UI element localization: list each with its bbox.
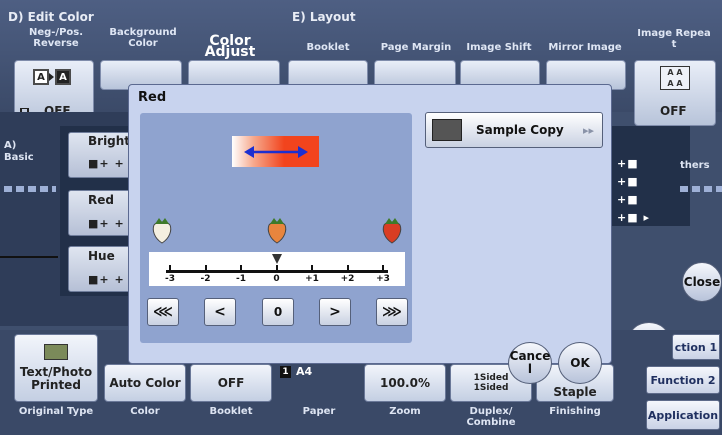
function-2-button[interactable]: Function 2 <box>646 366 720 394</box>
sample-copy-label: Sample Copy <box>476 123 564 137</box>
decrease-button[interactable]: < <box>204 298 236 326</box>
paper-tray-number: 1 <box>280 366 291 378</box>
sample-copy-icon <box>432 119 462 141</box>
color-button[interactable]: Auto Color <box>104 364 186 402</box>
arrow-right-icon <box>49 73 54 81</box>
original-type-value: Text/Photo Printed <box>19 365 93 392</box>
basic-tab-indicator <box>4 186 56 192</box>
increase-button[interactable]: > <box>319 298 351 326</box>
cancel-button[interactable]: Cance l <box>508 342 552 384</box>
right-gauge-icons: +■ +■ +■ +■ ▸ <box>617 157 650 224</box>
booklet-value-button[interactable]: OFF <box>190 364 272 402</box>
positive-icon: A <box>33 69 49 85</box>
edit-color-title: D) Edit Color <box>8 10 94 24</box>
paper-size: A4 <box>296 365 313 378</box>
triple-chevron-right-icon: ⋙ <box>382 304 402 320</box>
basic-tab[interactable]: A) Basic <box>4 140 34 164</box>
neg-pos-tab[interactable]: Neg-/Pos. Reverse <box>16 27 96 49</box>
scale-tick <box>382 265 384 273</box>
image-repeat-tab[interactable]: Image Repea t <box>634 28 714 50</box>
decrease-fast-button[interactable]: ⋘ <box>147 298 179 326</box>
scale-tick-label: 0 <box>273 274 280 284</box>
original-type-button[interactable]: Text/Photo Printed <box>14 334 98 402</box>
strawberry-medium-icon <box>267 218 287 244</box>
image-shift-tab[interactable]: Image Shift <box>462 42 536 53</box>
page-margin-tab[interactable]: Page Margin <box>376 42 456 53</box>
others-tab-indicator <box>680 186 722 192</box>
scale-tick-label: +1 <box>305 274 319 284</box>
booklet-caption: Booklet <box>209 406 253 417</box>
sample-copy-button[interactable]: Sample Copy ▸▸ <box>425 112 603 148</box>
negative-icon: A <box>55 69 71 85</box>
zoom-button[interactable]: 100.0% <box>364 364 446 402</box>
booklet-tab[interactable]: Booklet <box>296 42 360 53</box>
chevron-double-right-icon: ▸▸ <box>582 123 594 137</box>
image-repeat-icon: A AA A <box>660 66 690 90</box>
chevron-left-icon: < <box>214 304 226 320</box>
paper-caption: Paper <box>302 406 336 417</box>
application-button[interactable]: Application <box>646 400 720 430</box>
scale-tick-label: +3 <box>376 274 390 284</box>
scale-tick-label: -3 <box>165 274 175 284</box>
strawberry-light-icon <box>152 218 172 244</box>
scale-tick-label: -2 <box>200 274 211 284</box>
increase-fast-button[interactable]: ⋙ <box>376 298 408 326</box>
dialog-ok-button[interactable]: OK <box>558 342 602 384</box>
scale-tick <box>311 265 313 273</box>
hue-label: Hue <box>88 249 115 263</box>
scale-tick <box>275 265 278 273</box>
color-adjust-tab[interactable]: Color Adjust <box>182 34 278 59</box>
close-button[interactable]: Close <box>682 262 722 302</box>
color-caption: Color <box>130 406 160 417</box>
duplex-caption: Duplex/ Combine <box>466 406 516 428</box>
image-repeat-value: OFF <box>660 104 687 118</box>
scale-tick-label: +2 <box>340 274 355 284</box>
scale-tick <box>240 265 242 273</box>
others-tab[interactable]: thers <box>680 160 710 171</box>
chevron-right-icon: > <box>329 304 341 320</box>
basic-tab-label: Basic <box>4 152 34 163</box>
scale-tick <box>346 265 349 273</box>
scale-tick <box>204 265 207 273</box>
dialog-title: Red <box>138 90 167 105</box>
scale-tick <box>169 265 171 273</box>
scale-pointer-icon <box>271 254 282 264</box>
zoom-caption: Zoom <box>389 406 421 417</box>
current-value-display: 0 <box>262 298 294 326</box>
red-label: Red <box>88 193 114 207</box>
finishing-caption: Finishing <box>549 406 601 417</box>
layout-title: E) Layout <box>292 10 356 24</box>
basic-tab-letter: A) <box>4 140 17 151</box>
background-color-tab[interactable]: Background Color <box>108 27 178 49</box>
range-arrow-icon <box>244 146 308 158</box>
original-type-caption: Original Type <box>18 406 94 417</box>
triple-chevron-left-icon: ⋘ <box>153 304 173 320</box>
strawberry-dark-icon <box>382 218 402 244</box>
divider-line <box>0 256 58 258</box>
scale-tick-label: -1 <box>236 274 246 284</box>
function-1-button[interactable]: ction 1 <box>672 334 720 360</box>
mirror-image-tab[interactable]: Mirror Image <box>545 42 625 53</box>
original-type-icon <box>44 344 68 360</box>
